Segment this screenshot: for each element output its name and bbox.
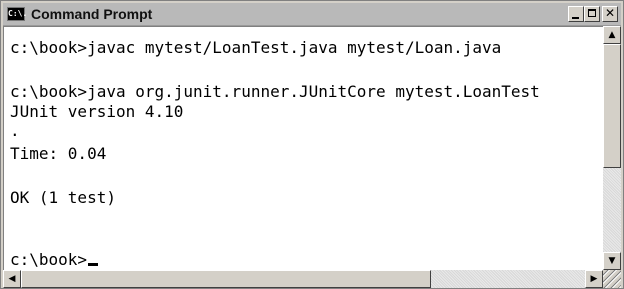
prompt-line[interactable]: c:\book>	[10, 250, 99, 269]
console-line: c:\book>javac mytest/LoanTest.java mytes…	[10, 38, 502, 57]
horizontal-scroll-thumb[interactable]	[21, 270, 431, 288]
console-line: JUnit version 4.10	[10, 102, 184, 121]
vertical-scroll-thumb[interactable]	[603, 44, 621, 168]
window-title: Command Prompt	[31, 6, 153, 22]
close-icon: ✕	[604, 6, 616, 20]
console-line: .	[10, 121, 20, 140]
text-cursor	[88, 263, 99, 266]
title-bar[interactable]: C:\. Command Prompt ✕	[3, 3, 621, 26]
maximize-icon	[588, 9, 596, 17]
console-line: OK (1 test)	[10, 188, 116, 207]
console-icon[interactable]: C:\.	[7, 7, 27, 21]
prompt-text: c:\book>	[10, 250, 88, 269]
minimize-button[interactable]	[568, 6, 584, 22]
scroll-left-button[interactable]: ◀	[3, 270, 21, 288]
close-button[interactable]: ✕	[602, 6, 618, 22]
scroll-right-button[interactable]: ▶	[585, 270, 603, 288]
console-output[interactable]: c:\book>javac mytest/LoanTest.java mytes…	[3, 26, 603, 270]
vertical-scrollbar[interactable]: ▲ ▼	[603, 26, 621, 270]
scroll-up-button[interactable]: ▲	[603, 26, 621, 44]
minimize-icon	[572, 17, 579, 19]
console-line: c:\book>java org.junit.runner.JUnitCore …	[10, 82, 540, 101]
scroll-down-button[interactable]: ▼	[603, 252, 621, 270]
resize-grip[interactable]	[603, 270, 621, 288]
maximize-button[interactable]	[584, 6, 600, 22]
horizontal-scrollbar[interactable]: ◀ ▶	[3, 270, 603, 288]
command-prompt-window: C:\. Command Prompt ✕ c:\book>javac myte…	[0, 0, 624, 289]
console-line: Time: 0.04	[10, 144, 107, 163]
